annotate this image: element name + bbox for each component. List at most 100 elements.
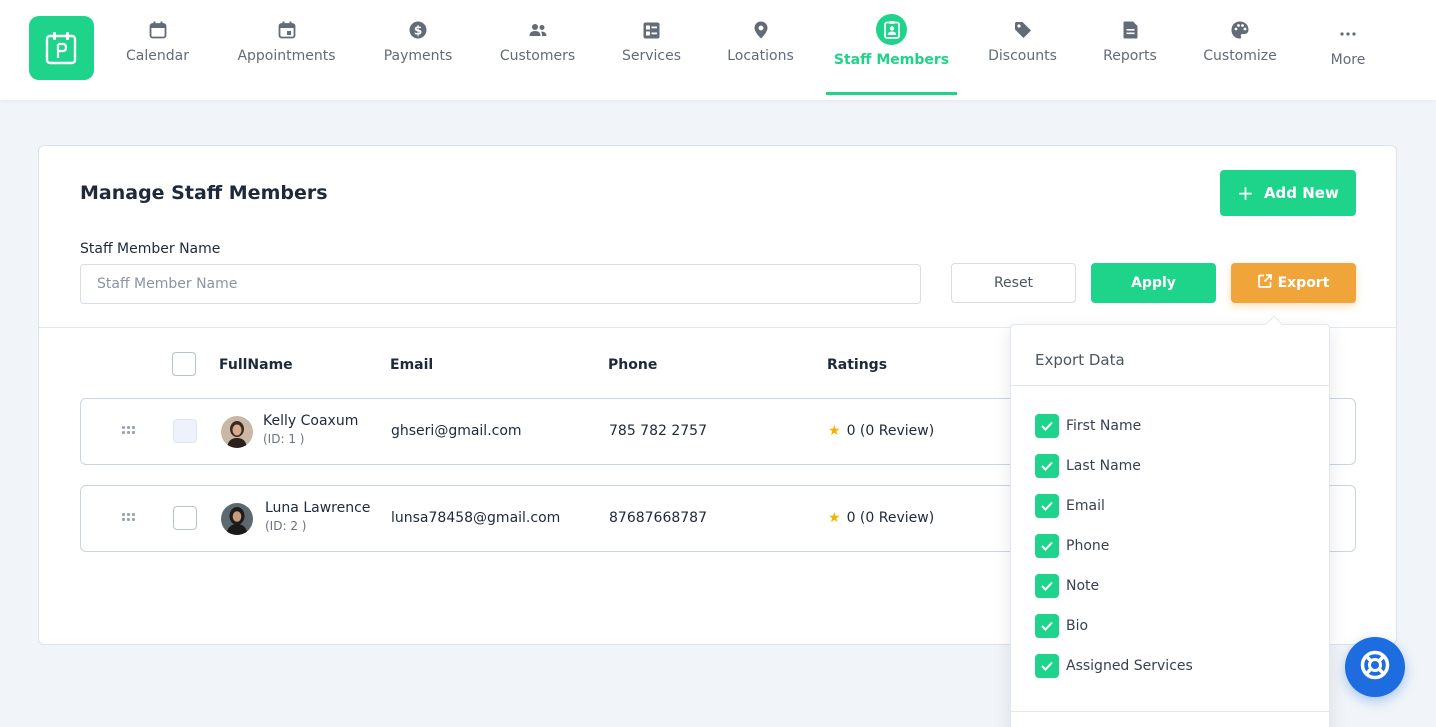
export-button[interactable]: Export <box>1231 263 1356 303</box>
avatar <box>221 416 253 448</box>
export-option-bio[interactable]: Bio <box>1035 614 1088 638</box>
export-option-label: First Name <box>1066 418 1142 434</box>
reset-button[interactable]: Reset <box>951 263 1076 303</box>
row-checkbox[interactable] <box>173 506 197 530</box>
export-option-phone[interactable]: Phone <box>1035 534 1109 558</box>
checkbox-checked-icon[interactable] <box>1035 454 1059 478</box>
more-dots-icon <box>1338 24 1358 44</box>
tag-icon <box>1013 20 1033 40</box>
booking-logo-icon <box>45 32 77 65</box>
page-title: Manage Staff Members <box>80 182 328 204</box>
nav-discounts[interactable]: Discounts <box>985 0 1060 100</box>
staff-badge-icon <box>876 14 907 45</box>
staff-rating: ★ 0 (0 Review) <box>828 423 934 439</box>
svg-text:$: $ <box>414 24 422 38</box>
column-header-fullname[interactable]: FullName <box>219 357 293 373</box>
top-navigation: Calendar Appointments $ Payments Custome… <box>0 0 1436 100</box>
nav-label: More <box>1330 52 1366 68</box>
nav-appointments[interactable]: Appointments <box>233 0 340 100</box>
nav-label: Discounts <box>988 48 1057 64</box>
lifebuoy-icon <box>1360 650 1390 684</box>
nav-services[interactable]: Services <box>619 0 684 100</box>
export-option-label: Bio <box>1066 618 1089 634</box>
staff-id: (ID: 2 ) <box>265 519 307 533</box>
nav-label: Reports <box>1103 48 1157 64</box>
calendar-icon <box>148 20 168 40</box>
staff-name-input[interactable] <box>80 264 921 304</box>
select-all-checkbox[interactable] <box>172 352 196 376</box>
staff-name[interactable]: Luna Lawrence <box>265 500 370 516</box>
nav-staff-members[interactable]: Staff Members <box>833 0 950 100</box>
apply-button[interactable]: Apply <box>1091 263 1216 303</box>
export-option-label: Email <box>1066 498 1105 514</box>
checkbox-checked-icon[interactable] <box>1035 654 1059 678</box>
nav-label: Calendar <box>126 48 189 64</box>
services-icon <box>642 20 662 40</box>
nav-label: Customers <box>499 48 576 64</box>
drag-handle-icon[interactable] <box>122 513 136 522</box>
nav-customers[interactable]: Customers <box>496 0 579 100</box>
nav-reports[interactable]: Reports <box>1100 0 1160 100</box>
external-link-icon <box>1257 274 1272 292</box>
staff-phone: 87687668787 <box>609 510 707 526</box>
export-option-note[interactable]: Note <box>1035 574 1099 598</box>
checkbox-checked-icon[interactable] <box>1035 414 1059 438</box>
dropdown-divider <box>1011 385 1329 386</box>
nav-label: Appointments <box>237 48 336 64</box>
export-dropdown-title: Export Data <box>1035 351 1125 369</box>
export-option-label: Phone <box>1066 538 1110 554</box>
export-option-assigned-services[interactable]: Assigned Services <box>1035 654 1193 678</box>
staff-name[interactable]: Kelly Coaxum <box>263 413 358 429</box>
appointment-icon <box>277 20 297 40</box>
add-new-label: Add New <box>1263 184 1339 202</box>
star-icon: ★ <box>828 510 841 526</box>
staff-id: (ID: 1 ) <box>263 432 305 446</box>
staff-rating: ★ 0 (0 Review) <box>828 510 934 526</box>
nav-label: Customize <box>1203 48 1277 64</box>
checkbox-checked-icon[interactable] <box>1035 534 1059 558</box>
staff-email: lunsa78458@gmail.com <box>391 510 561 526</box>
checkbox-checked-icon[interactable] <box>1035 614 1059 638</box>
filter-label: Staff Member Name <box>80 241 221 257</box>
help-button[interactable] <box>1345 637 1405 697</box>
avatar <box>221 503 253 535</box>
drag-handle-icon[interactable] <box>122 426 136 435</box>
nav-payments[interactable]: $ Payments <box>380 0 456 100</box>
checkbox-checked-icon[interactable] <box>1035 494 1059 518</box>
nav-locations[interactable]: Locations <box>724 0 797 100</box>
column-header-email[interactable]: Email <box>390 357 433 373</box>
report-icon <box>1120 20 1140 40</box>
export-option-email[interactable]: Email <box>1035 494 1105 518</box>
nav-calendar[interactable]: Calendar <box>121 0 194 100</box>
plus-icon: + <box>1237 181 1254 205</box>
export-label: Export <box>1277 275 1330 291</box>
app-logo[interactable] <box>29 16 94 80</box>
export-dropdown: Export Data First Name Last Name Email P… <box>1010 315 1330 727</box>
palette-icon <box>1230 20 1250 40</box>
export-option-last-name[interactable]: Last Name <box>1035 454 1141 478</box>
staff-phone: 785 782 2757 <box>609 423 707 439</box>
column-header-ratings[interactable]: Ratings <box>827 357 887 373</box>
nav-label: Payments <box>383 48 453 64</box>
column-header-phone[interactable]: Phone <box>608 357 657 373</box>
rating-text: 0 (0 Review) <box>846 423 935 439</box>
export-option-label: Note <box>1066 578 1100 594</box>
row-checkbox[interactable] <box>173 419 197 443</box>
export-option-label: Last Name <box>1066 458 1141 474</box>
nav-label: Locations <box>727 48 794 64</box>
nav-more[interactable]: More <box>1325 0 1371 100</box>
star-icon: ★ <box>828 423 841 439</box>
nav-label: Services <box>621 48 682 64</box>
active-tab-indicator <box>826 92 957 95</box>
staff-email: ghseri@gmail.com <box>391 423 522 439</box>
export-option-first-name[interactable]: First Name <box>1035 414 1141 438</box>
export-option-label: Assigned Services <box>1066 658 1193 674</box>
add-new-button[interactable]: + Add New <box>1220 170 1356 216</box>
nav-customize[interactable]: Customize <box>1200 0 1280 100</box>
dollar-icon: $ <box>408 20 428 40</box>
location-pin-icon <box>751 20 771 40</box>
dropdown-divider <box>1011 711 1329 712</box>
users-icon <box>528 20 548 40</box>
checkbox-checked-icon[interactable] <box>1035 574 1059 598</box>
nav-label: Staff Members <box>833 52 950 68</box>
